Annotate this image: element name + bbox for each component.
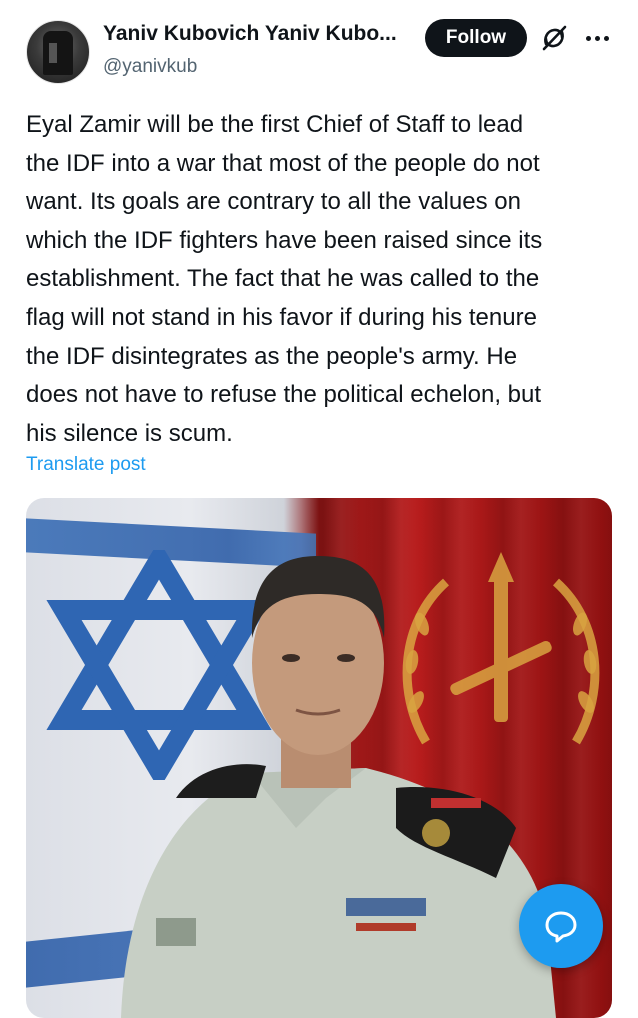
compose-reply-button[interactable]	[519, 884, 603, 968]
more-options-icon[interactable]	[582, 24, 612, 52]
more-dot	[603, 35, 609, 41]
post-text-line: want. Its goals are contrary to all the …	[26, 188, 521, 216]
post-text: Eyal Zamir will be the first Chief of St…	[26, 106, 612, 453]
avatar[interactable]	[26, 20, 90, 84]
post-text-line: which the IDF fighters have been raised …	[26, 226, 543, 254]
more-dot	[585, 35, 591, 41]
author-handle[interactable]: @yanivkub	[103, 56, 197, 78]
avatar-detail	[49, 43, 57, 63]
more-dot	[594, 35, 600, 41]
translate-post-link[interactable]: Translate post	[26, 454, 146, 476]
post-header: Yaniv Kubovich Yaniv Kubo... @yanivkub F…	[0, 0, 638, 96]
grok-icon[interactable]	[540, 24, 568, 52]
follow-button[interactable]: Follow	[425, 19, 527, 57]
post-text-line: the IDF into a war that most of the peop…	[26, 149, 540, 177]
avatar-figure	[43, 31, 73, 75]
post-text-line: the IDF disintegrates as the people's ar…	[26, 342, 518, 370]
post-text-line: Eyal Zamir will be the first Chief of St…	[26, 111, 524, 138]
post-text-line: his silence is scum.	[26, 419, 233, 447]
compose-reply-icon	[545, 911, 577, 943]
post-text-line: establishment. The fact that he was call…	[26, 265, 540, 293]
post-text-line: does not have to refuse the political ec…	[26, 381, 542, 409]
post-text-line: flag will not stand in his favor if duri…	[26, 303, 537, 331]
author-name[interactable]: Yaniv Kubovich Yaniv Kubo...	[103, 22, 397, 46]
